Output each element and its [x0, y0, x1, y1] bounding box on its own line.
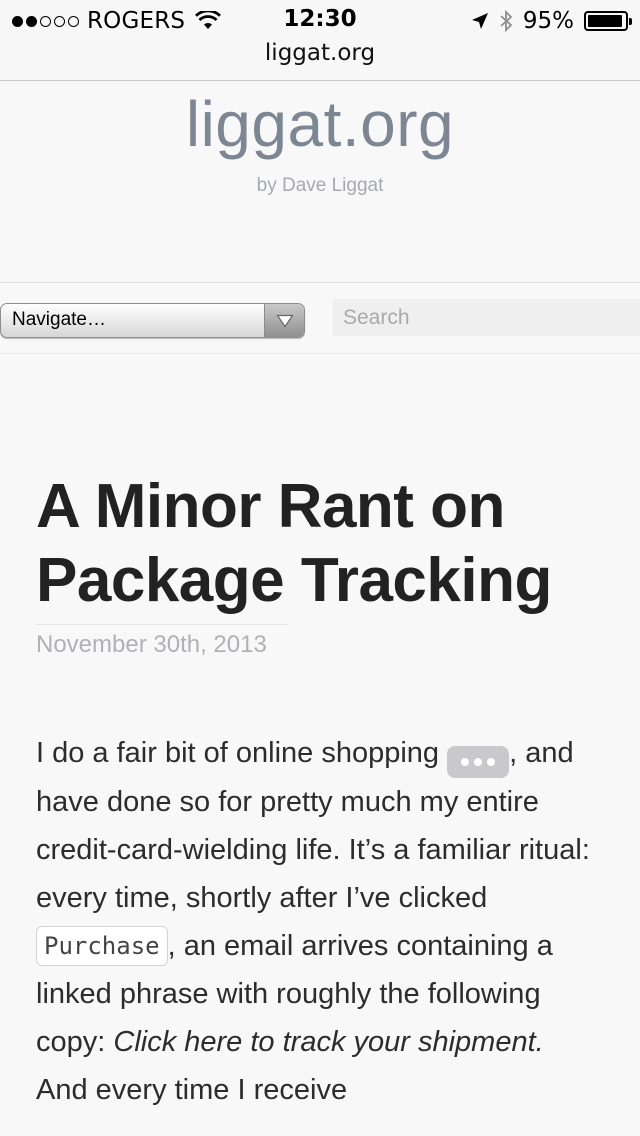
- title-divider: [36, 624, 288, 625]
- search-input[interactable]: [333, 299, 640, 336]
- post-body: I do a fair bit of online shopping , and…: [36, 729, 596, 1114]
- battery-icon: [584, 11, 632, 31]
- purchase-button-label: Purchase: [36, 926, 168, 966]
- battery-level-fill: [588, 15, 623, 27]
- post-body-text: And every time I receive: [36, 1074, 348, 1106]
- post-title[interactable]: A Minor Rant on Package Tracking: [36, 470, 636, 618]
- post-date: November 30th, 2013: [36, 631, 267, 658]
- battery-percent: 95%: [522, 8, 574, 34]
- post-body-text: I do a fair bit of online shopping: [36, 737, 448, 769]
- location-arrow-icon: [471, 13, 488, 29]
- chevron-down-icon[interactable]: [264, 304, 304, 337]
- address-bar-url[interactable]: liggat.org: [0, 40, 640, 66]
- site-title[interactable]: liggat.org: [0, 87, 640, 161]
- status-bar: ROGERS 12:30 95% liggat.org: [0, 0, 640, 81]
- article: A Minor Rant on Package Tracking Novembe…: [36, 470, 636, 1114]
- site-header: liggat.org by Dave Liggat: [0, 81, 640, 283]
- bluetooth-icon: [500, 10, 513, 32]
- track-shipment-phrase: Click here to track your shipment.: [113, 1026, 544, 1058]
- site-byline: by Dave Liggat: [256, 175, 384, 196]
- navigate-dropdown[interactable]: Navigate…: [0, 303, 305, 338]
- navigation-bar: Navigate…: [0, 283, 640, 354]
- status-right: 95%: [471, 6, 632, 36]
- navigate-dropdown-value: Navigate…: [12, 309, 106, 330]
- more-footnote-icon[interactable]: [447, 746, 510, 778]
